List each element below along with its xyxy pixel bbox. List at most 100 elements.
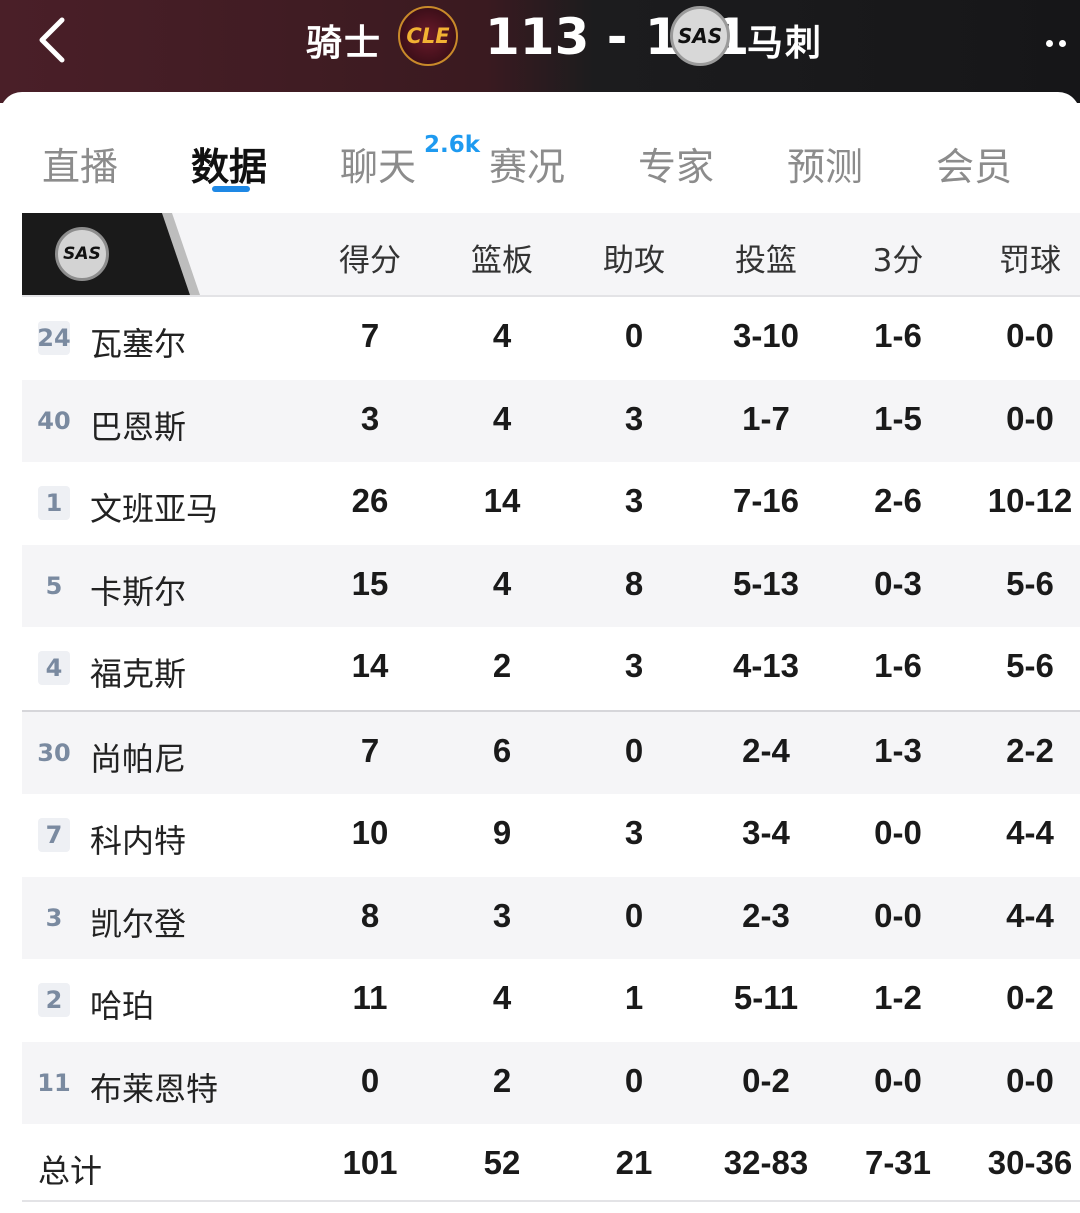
total-rebounds: 52 [483,1144,521,1181]
stat-free-throws: 4-4 [1006,896,1054,934]
total-row: 总计 101 52 21 32-83 7-31 30-36 [22,1124,1080,1207]
stat-rebounds: 2 [492,647,512,684]
stat-free-throws: 0-0 [1006,1061,1054,1099]
more-options-icon[interactable] [1046,32,1080,47]
column-header-assists: 助攻 [603,243,665,279]
stat-points: 11 [352,979,388,1016]
stat-three-pointers: 0-0 [874,896,922,934]
team-logo[interactable]: SAS [55,227,109,281]
total-points: 101 [342,1144,398,1181]
stat-field-goals: 5-13 [732,564,800,602]
table-row[interactable]: 11 布莱恩特 0 2 0 0-2 0-0 0-0 [22,1041,1080,1124]
total-field-goals: 32-83 [723,1144,809,1181]
jersey-number: 7 [34,816,74,854]
table-row[interactable]: 40 巴恩斯 3 4 3 1-7 1-5 0-0 [22,379,1080,462]
stat-field-goals: 7-16 [732,482,800,519]
stat-three-pointers: 1-2 [874,979,922,1016]
table-row[interactable]: 24 瓦塞尔 7 4 0 3-10 1-6 0-0 [22,297,1080,380]
tab-membership[interactable]: 会员 [936,136,1012,191]
game-header: 骑士 CLE 113 - 101 SAS 马刺 [0,0,1080,103]
jersey-number: 4 [34,649,74,687]
stat-free-throws: 10-12 [987,482,1073,519]
table-row[interactable]: 4 福克斯 14 2 3 4-13 1-6 5-6 [22,627,1080,710]
player-name[interactable]: 瓦塞尔 [90,319,186,365]
jersey-number: 3 [34,899,74,937]
player-name[interactable]: 巴恩斯 [90,402,186,448]
stat-free-throws: 5-6 [1006,564,1054,602]
tab-chat[interactable]: 聊天 [340,136,416,191]
stat-rebounds: 14 [483,482,521,519]
stat-three-pointers: 1-6 [874,647,922,684]
stat-free-throws: 5-6 [1006,647,1054,684]
table-row[interactable]: 7 科内特 10 9 3 3-4 0-0 4-4 [22,794,1080,877]
total-label: 总计 [38,1152,103,1190]
stat-assists: 3 [624,814,644,851]
stat-field-goals: 2-3 [742,896,790,934]
away-team-name[interactable]: 马刺 [747,14,823,66]
stat-assists: 0 [624,896,644,934]
stat-free-throws: 0-0 [1006,399,1054,437]
stat-three-pointers: 0-0 [874,1061,922,1099]
stat-assists: 0 [624,731,644,769]
player-name[interactable]: 尚帕尼 [90,734,186,780]
stat-points: 7 [360,731,380,769]
stat-free-throws: 0-0 [1006,317,1054,354]
table-row[interactable]: 30 尚帕尼 7 6 0 2-4 1-3 2-2 [22,709,1080,794]
tab-game-status[interactable]: 赛况 [489,136,565,191]
stat-field-goals: 3-4 [742,814,790,851]
stat-rebounds: 4 [492,399,512,437]
home-team-name[interactable]: 骑士 [306,14,382,66]
column-header-points: 得分 [339,243,401,279]
column-header-three-pointers: 3分 [872,243,924,279]
stat-field-goals: 5-11 [733,979,799,1016]
stat-points: 10 [351,814,389,851]
player-name[interactable]: 布莱恩特 [90,1064,218,1110]
tab-live[interactable]: 直播 [42,136,118,191]
stat-three-pointers: 1-3 [874,731,922,769]
tab-stats[interactable]: 数据 [191,136,267,191]
back-arrow-icon[interactable] [32,16,72,64]
active-tab-indicator [212,186,250,192]
player-name[interactable]: 哈珀 [90,981,154,1027]
jersey-number: 5 [34,567,74,605]
box-score-table: SAS 得分 篮板 助攻 投篮 3分 罚球 24 瓦塞尔 7 4 0 3-10 1-6 0-0… [22,213,1080,1207]
stat-field-goals: 2-4 [742,731,790,769]
player-name[interactable]: 文班亚马 [90,484,218,530]
stat-assists: 0 [624,317,644,354]
stat-assists: 1 [624,979,644,1016]
player-name[interactable]: 卡斯尔 [90,567,186,613]
stat-three-pointers: 1-6 [874,317,922,354]
table-row[interactable]: 2 哈珀 11 4 1 5-11 1-2 0-2 [22,959,1080,1042]
stat-free-throws: 2-2 [1006,731,1054,769]
stat-points: 26 [351,482,389,519]
tab-predictions[interactable]: 预测 [787,136,863,191]
stat-rebounds: 4 [492,979,512,1016]
jersey-number: 40 [34,402,74,440]
stat-rebounds: 9 [492,814,512,851]
table-bottom-divider [22,1200,1080,1202]
player-name[interactable]: 科内特 [90,816,186,862]
player-name[interactable]: 凯尔登 [90,899,186,945]
stat-rebounds: 3 [492,896,512,934]
stat-three-pointers: 0-3 [874,564,922,602]
player-rows: 24 瓦塞尔 7 4 0 3-10 1-6 0-0 40 巴恩斯 3 4 3 1-7 1-5 0-0 1 文班亚马… [22,297,1080,1207]
stat-field-goals: 1-7 [742,399,790,437]
table-row[interactable]: 5 卡斯尔 15 4 8 5-13 0-3 5-6 [22,544,1080,627]
table-row[interactable]: 1 文班亚马 26 14 3 7-16 2-6 10-12 [22,462,1080,545]
stat-assists: 8 [624,564,644,602]
table-row[interactable]: 3 凯尔登 8 3 0 2-3 0-0 4-4 [22,876,1080,959]
stat-points: 8 [360,896,380,934]
stat-field-goals: 0-2 [742,1061,790,1099]
player-name[interactable]: 福克斯 [90,649,186,695]
chat-count-badge: 2.6k [424,132,481,158]
tab-experts[interactable]: 专家 [638,136,714,191]
table-header: SAS 得分 篮板 助攻 投篮 3分 罚球 [22,213,1080,297]
stat-three-pointers: 1-5 [874,399,922,437]
home-team-logo[interactable]: CLE [398,6,458,66]
stat-points: 0 [360,1061,380,1099]
away-team-logo[interactable]: SAS [670,6,730,66]
stat-free-throws: 0-2 [1006,979,1054,1016]
jersey-number: 1 [34,484,74,522]
total-free-throws: 30-36 [987,1144,1073,1181]
jersey-number: 30 [34,734,74,772]
